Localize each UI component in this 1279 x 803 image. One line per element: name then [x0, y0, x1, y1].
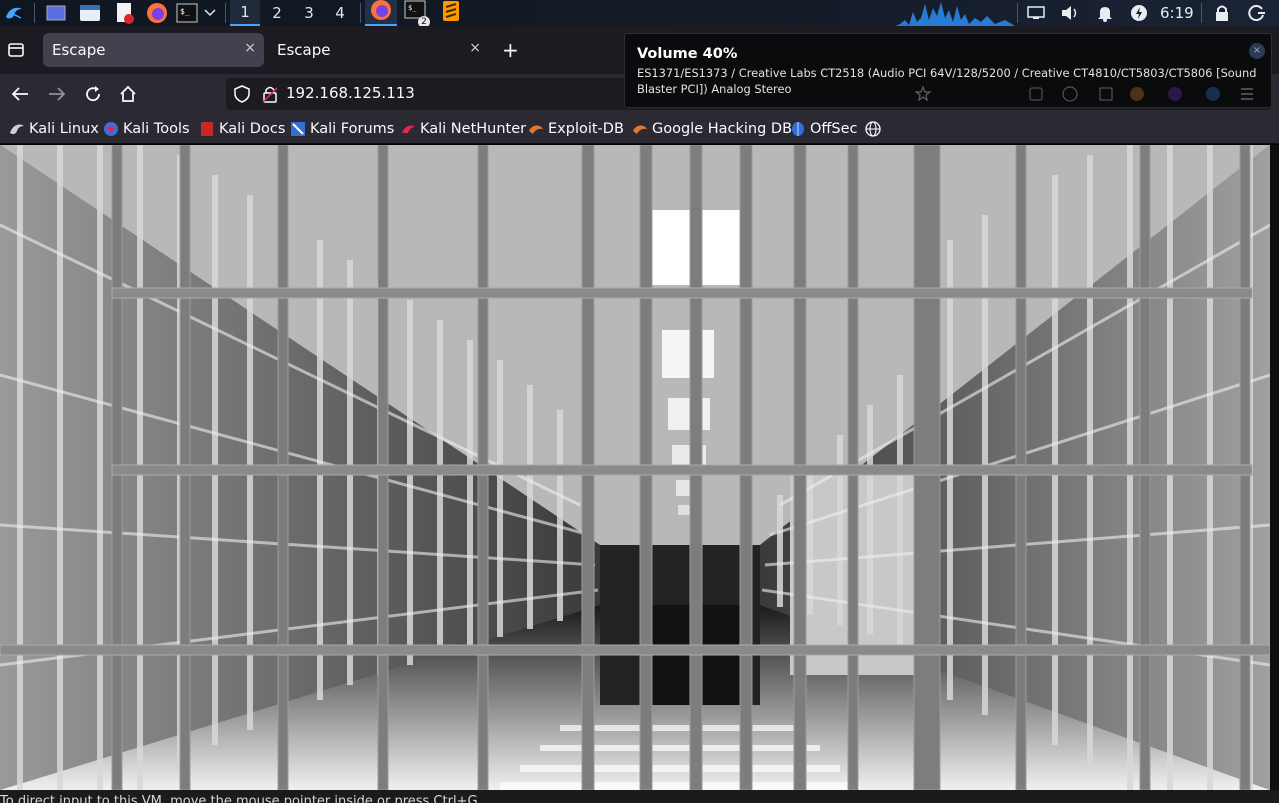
volume-icon[interactable] — [1059, 2, 1081, 24]
reload-icon — [86, 86, 100, 102]
bookmark-exploit-db[interactable]: Exploit-DB — [528, 119, 624, 139]
kali-tools-icon — [103, 121, 119, 137]
faded-toolbar-icons — [914, 84, 1255, 104]
back-button[interactable] — [6, 80, 34, 108]
workspace-3[interactable]: 3 — [294, 0, 324, 26]
terminal-launcher-icon[interactable]: $_ — [176, 2, 198, 24]
svg-text:$_: $_ — [180, 7, 190, 16]
cpu-graph — [895, 0, 1015, 26]
bookmarks-toolbar: Kali Linux Kali Tools Kali Docs Kali For… — [0, 114, 1279, 144]
kali-nethunter-icon — [400, 121, 416, 137]
page-scrollbar[interactable] — [1270, 145, 1279, 790]
power-manager-icon[interactable] — [1128, 2, 1150, 24]
home-icon — [120, 85, 136, 102]
top-panel: $_ 1 2 3 4 $_ 2 6:19 — [0, 0, 1279, 28]
notification-title: Volume 40% — [637, 46, 738, 62]
tab-escape-2[interactable]: Escape × — [268, 33, 489, 67]
bookmark-offsec[interactable]: OffSec — [790, 119, 858, 139]
firefox-icon — [370, 0, 392, 25]
tab-title: Escape — [277, 41, 331, 59]
file-manager-icon[interactable] — [79, 2, 101, 24]
bookmark-kali-forums[interactable]: Kali Forums — [290, 119, 394, 139]
bookmark-kali-linux[interactable]: Kali Linux — [9, 119, 99, 139]
terminal-icon: $_ 2 — [404, 0, 430, 28]
bookmark-kali-nethunter[interactable]: Kali NetHunter — [400, 119, 526, 139]
workspace-4[interactable]: 4 — [325, 0, 355, 26]
home-button[interactable] — [114, 80, 142, 108]
logout-icon[interactable] — [1246, 2, 1268, 24]
bookmark-kali-docs[interactable]: Kali Docs — [199, 119, 285, 139]
forward-arrow-icon — [49, 87, 66, 101]
taskbar-sublime[interactable] — [435, 0, 467, 26]
sublime-text-icon — [441, 0, 461, 26]
svg-text:$_: $_ — [408, 4, 417, 12]
tab-close-icon[interactable]: × — [469, 40, 481, 56]
offsec-icon — [790, 121, 806, 137]
clock[interactable]: 6:19 — [1160, 0, 1200, 26]
prison-bars-image — [0, 145, 1270, 790]
page-image-prison-corridor — [0, 145, 1270, 790]
kali-forums-icon — [290, 121, 306, 137]
tab-title: Escape — [52, 41, 106, 59]
kali-docs-icon — [199, 121, 215, 137]
bookmark-kali-tools[interactable]: Kali Tools — [103, 119, 190, 139]
vm-input-hint: To direct input to this VM, move the mou… — [0, 794, 482, 803]
back-arrow-icon — [11, 87, 28, 101]
volume-notification[interactable]: Volume 40% ES1371/ES1373 / Creative Labs… — [624, 33, 1272, 108]
insecure-lock-icon[interactable] — [262, 85, 278, 107]
taskbar-terminal[interactable]: $_ 2 — [400, 0, 432, 28]
globe-icon[interactable] — [865, 119, 881, 139]
forward-button[interactable] — [43, 80, 71, 108]
exploit-db-icon — [528, 121, 544, 137]
tracking-shield-icon[interactable] — [234, 85, 250, 107]
vm-status-strip: To direct input to this VM, move the mou… — [0, 790, 1279, 803]
display-icon[interactable] — [1025, 2, 1047, 24]
notifications-bell-icon[interactable] — [1094, 2, 1116, 24]
url-text[interactable]: 192.168.125.113 — [286, 84, 415, 102]
lock-screen-icon[interactable] — [1211, 2, 1233, 24]
tab-close-icon[interactable]: × — [244, 40, 256, 56]
notification-close-icon[interactable]: × — [1249, 43, 1265, 59]
tab-overview-icon[interactable] — [6, 40, 28, 62]
kali-menu-icon[interactable] — [3, 2, 25, 24]
firefox-launcher-icon[interactable] — [146, 2, 168, 24]
reload-button[interactable] — [79, 80, 107, 108]
workspace-1[interactable]: 1 — [230, 0, 260, 26]
tab-escape-1[interactable]: Escape × — [43, 33, 264, 67]
chevron-down-icon[interactable] — [201, 2, 219, 24]
new-tab-button[interactable]: + — [502, 38, 519, 62]
taskbar-firefox[interactable] — [365, 0, 397, 26]
workspace-2[interactable]: 2 — [262, 0, 292, 26]
exploit-db-icon — [632, 121, 648, 137]
text-editor-icon[interactable] — [113, 2, 135, 24]
bookmark-google-hacking-db[interactable]: Google Hacking DB — [632, 119, 792, 139]
show-desktop-icon[interactable] — [45, 2, 67, 24]
kali-dragon-icon — [9, 121, 25, 137]
